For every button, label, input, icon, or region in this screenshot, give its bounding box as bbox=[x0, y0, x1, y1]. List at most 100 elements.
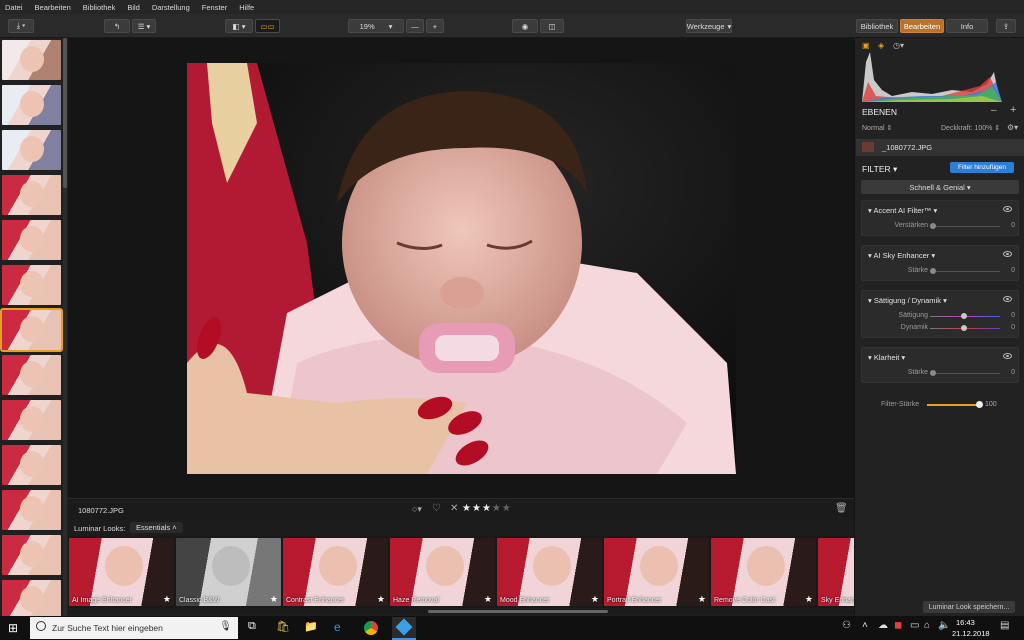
clock-date[interactable]: 21.12.2018 bbox=[952, 629, 990, 638]
onedrive-icon[interactable]: ☁ bbox=[878, 620, 894, 636]
slider-knob[interactable] bbox=[930, 370, 936, 376]
menu-hilfe[interactable]: Hilfe bbox=[239, 3, 254, 12]
clock-time[interactable]: 16:43 bbox=[956, 618, 975, 627]
add-layer-icon[interactable]: + bbox=[1010, 104, 1016, 116]
filmstrip-scrollbar[interactable] bbox=[63, 38, 67, 616]
filmstrip-thumbnail[interactable] bbox=[0, 308, 63, 352]
filmstrip-toggle-button[interactable]: ▭▭ bbox=[255, 19, 280, 33]
eye-icon[interactable] bbox=[1003, 296, 1012, 302]
filmstrip-scroll-thumb[interactable] bbox=[63, 38, 67, 188]
filter-slider[interactable]: Sättigung 0 bbox=[862, 311, 1020, 321]
filter-slider[interactable]: Dynamik 0 bbox=[862, 323, 1020, 333]
look-preset[interactable]: Remove Color Cast ★ bbox=[711, 538, 816, 606]
chrome-icon[interactable] bbox=[364, 621, 378, 635]
import-button[interactable]: ⤓ ▾ bbox=[8, 19, 34, 33]
filter-header[interactable]: ▾ Klarheit ▾ bbox=[868, 353, 905, 362]
edge-icon[interactable]: e bbox=[334, 620, 350, 636]
filmstrip-thumbnail[interactable] bbox=[2, 580, 61, 616]
filter-header[interactable]: ▾ Sättigung / Dynamik ▾ bbox=[868, 296, 947, 305]
blend-mode-select[interactable]: Normal ⇕ bbox=[862, 124, 892, 132]
filmstrip-thumbnail[interactable] bbox=[2, 490, 61, 530]
look-preset[interactable]: Contrast Enhancer ★ bbox=[283, 538, 388, 606]
task-view-icon[interactable]: ⧉ bbox=[248, 620, 264, 636]
look-preset[interactable]: Mood Enhancer ★ bbox=[497, 538, 602, 606]
filmstrip-thumbnail[interactable] bbox=[2, 175, 61, 215]
filter-header[interactable]: ▾ Accent AI Filter™ ▾ bbox=[868, 206, 937, 215]
slider-knob[interactable] bbox=[961, 325, 967, 331]
add-filter-button[interactable]: Filter hinzufügen bbox=[950, 162, 1014, 173]
looks-category-select[interactable]: Essentials ˄ bbox=[130, 522, 183, 533]
favorite-star-icon[interactable]: ★ bbox=[698, 594, 706, 605]
filmstrip-thumbnail[interactable] bbox=[2, 85, 61, 125]
opacity-select[interactable]: Deckkraft: 100% ⇕ bbox=[941, 124, 1000, 132]
slider-knob[interactable] bbox=[930, 223, 936, 229]
heart-icon[interactable]: ♡ bbox=[432, 503, 441, 514]
undo-button[interactable]: ↰ bbox=[104, 19, 130, 33]
filter-strength-knob[interactable] bbox=[976, 401, 983, 408]
filmstrip-thumbnail[interactable] bbox=[2, 445, 61, 485]
looks-scroll-thumb[interactable] bbox=[428, 610, 608, 613]
favorite-star-icon[interactable]: ★ bbox=[377, 594, 385, 605]
menu-bibliothek[interactable]: Bibliothek bbox=[83, 3, 116, 12]
eye-icon[interactable] bbox=[1003, 206, 1012, 212]
menu-fenster[interactable]: Fenster bbox=[202, 3, 227, 12]
trash-icon[interactable]: 🗑 bbox=[835, 503, 848, 514]
zoom-out-button[interactable]: — bbox=[406, 19, 424, 33]
menu-bild[interactable]: Bild bbox=[127, 3, 140, 12]
favorite-star-icon[interactable]: ★ bbox=[591, 594, 599, 605]
antivirus-icon[interactable]: ◼ bbox=[894, 620, 910, 636]
notifications-icon[interactable]: ▤ bbox=[1000, 620, 1016, 636]
rating-star[interactable]: ★ bbox=[462, 503, 471, 514]
layers-icon[interactable]: ◈ bbox=[878, 41, 884, 50]
favorite-star-icon[interactable]: ★ bbox=[270, 594, 278, 605]
filmstrip-thumbnail[interactable] bbox=[2, 400, 61, 440]
rating-star[interactable]: ★ bbox=[482, 503, 491, 514]
tab-edit[interactable]: Bearbeiten bbox=[900, 19, 944, 33]
histogram-icon[interactable]: ▣ bbox=[862, 41, 870, 50]
look-preset[interactable]: Classic B&W ★ bbox=[176, 538, 281, 606]
star-rating[interactable]: ★★★★★ bbox=[462, 503, 512, 514]
look-preset[interactable]: Haze Removal ★ bbox=[390, 538, 495, 606]
filter-header[interactable]: ▾ AI Sky Enhancer ▾ bbox=[868, 251, 935, 260]
filmstrip-thumbnail[interactable] bbox=[2, 535, 61, 575]
people-icon[interactable]: ⚇ bbox=[842, 620, 858, 636]
preview-button[interactable]: ◉ bbox=[512, 19, 538, 33]
look-preset[interactable]: AI Image Enhancer ★ bbox=[69, 538, 174, 606]
save-look-button[interactable]: Luminar Look speichern... bbox=[923, 601, 1015, 613]
rating-star[interactable]: ★ bbox=[492, 503, 501, 514]
slider-track[interactable] bbox=[930, 226, 1000, 227]
menu-bearbeiten[interactable]: Bearbeiten bbox=[35, 3, 71, 12]
store-icon[interactable]: 🛍 bbox=[276, 620, 292, 636]
slider-knob[interactable] bbox=[930, 268, 936, 274]
filter-slider[interactable]: Stärke 0 bbox=[862, 368, 1020, 378]
layout-button[interactable]: ◧ ▾ bbox=[225, 19, 253, 33]
slider-track[interactable] bbox=[930, 271, 1000, 272]
tools-menu-button[interactable]: Werkzeuge ▾ bbox=[686, 19, 732, 33]
eye-icon[interactable] bbox=[1003, 251, 1012, 257]
taskbar-search-input[interactable]: Zur Suche Text hier eingeben 🎙 bbox=[30, 617, 238, 639]
filter-slider[interactable]: Stärke 0 bbox=[862, 266, 1020, 276]
workspace-select[interactable]: Schnell & Genial ▾ bbox=[861, 180, 1019, 194]
menu-datei[interactable]: Datei bbox=[5, 3, 23, 12]
filmstrip-thumbnail[interactable] bbox=[2, 220, 61, 260]
favorite-star-icon[interactable]: ★ bbox=[805, 594, 813, 605]
rating-star[interactable]: ★ bbox=[472, 503, 481, 514]
slider-track[interactable] bbox=[930, 373, 1000, 374]
file-explorer-icon[interactable]: 📁 bbox=[304, 620, 320, 636]
eye-icon[interactable] bbox=[1003, 353, 1012, 359]
windows-start-icon[interactable]: ⊞ bbox=[8, 621, 18, 635]
layer-row[interactable]: _1080772.JPG bbox=[856, 139, 1024, 156]
zoom-in-button[interactable]: + bbox=[426, 19, 444, 33]
rating-star[interactable]: ★ bbox=[502, 503, 511, 514]
filter-strength-slider[interactable] bbox=[927, 404, 979, 406]
tab-info[interactable]: Info bbox=[946, 19, 988, 33]
compare-button[interactable]: ◫ bbox=[540, 19, 564, 33]
color-label-icon[interactable]: ○▾ bbox=[412, 504, 422, 515]
collapse-layers-icon[interactable]: – bbox=[991, 105, 997, 116]
filmstrip-thumbnail[interactable] bbox=[2, 355, 61, 395]
history-clock-icon[interactable]: ◷▾ bbox=[893, 41, 904, 50]
reject-icon[interactable]: ✕ bbox=[450, 503, 458, 514]
zoom-select[interactable]: 19% ▾ bbox=[348, 19, 404, 33]
favorite-star-icon[interactable]: ★ bbox=[484, 594, 492, 605]
tab-library[interactable]: Bibliothek bbox=[856, 19, 898, 33]
